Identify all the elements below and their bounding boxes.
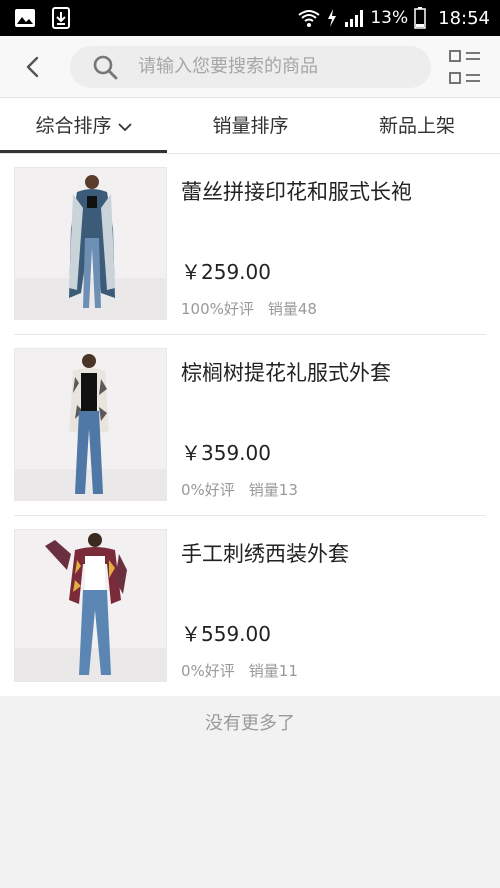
product-meta: 0%好评 销量11 — [181, 660, 298, 681]
product-title: 蕾丝拼接印花和服式长袍 — [181, 180, 412, 204]
search-icon — [93, 55, 118, 80]
product-item[interactable]: 棕榈树提花礼服式外套 ￥359.00 0%好评 销量13 — [0, 335, 500, 516]
battery-percent: 13% — [370, 8, 409, 28]
download-icon — [52, 7, 70, 29]
top-bar: 请输入您要搜索的商品 — [0, 36, 500, 98]
product-image — [14, 167, 167, 320]
tab-label: 销量排序 — [212, 115, 289, 137]
chevron-down-icon — [117, 122, 132, 131]
product-sales: 销量11 — [248, 662, 298, 680]
product-rating: 0%好评 — [181, 481, 235, 499]
list-view-toggle-icon[interactable] — [448, 49, 482, 85]
product-meta: 0%好评 销量13 — [181, 479, 298, 500]
product-image — [14, 529, 167, 682]
product-rating: 0%好评 — [181, 662, 235, 680]
no-more-items-text: 没有更多了 — [205, 713, 295, 734]
back-arrow-icon[interactable] — [18, 52, 48, 82]
tab-sales-sort[interactable]: 销量排序 — [167, 98, 334, 154]
product-title: 手工刺绣西装外套 — [181, 542, 349, 566]
signal-icon — [345, 10, 364, 27]
product-title: 棕榈树提花礼服式外套 — [181, 361, 391, 385]
product-sales: 销量48 — [267, 300, 317, 318]
tab-label: 新品上架 — [378, 115, 455, 137]
product-list: 蕾丝拼接印花和服式长袍 ￥259.00 100%好评 销量48 棕榈树提花礼服式外… — [0, 154, 500, 696]
product-price: ￥259.00 — [181, 260, 271, 284]
product-item[interactable]: 手工刺绣西装外套 ￥559.00 0%好评 销量11 — [0, 516, 500, 697]
tab-comprehensive-sort[interactable]: 综合排序 — [0, 98, 167, 154]
tab-new-arrivals[interactable]: 新品上架 — [334, 98, 500, 154]
image-icon — [15, 9, 35, 27]
product-price: ￥559.00 — [181, 622, 271, 646]
search-placeholder: 请输入您要搜索的商品 — [138, 56, 318, 77]
product-price: ￥359.00 — [181, 441, 271, 465]
wifi-icon — [298, 10, 320, 27]
product-item[interactable]: 蕾丝拼接印花和服式长袍 ￥259.00 100%好评 销量48 — [0, 154, 500, 335]
battery-icon — [414, 7, 426, 29]
product-rating: 100%好评 — [181, 300, 254, 318]
status-bar: 13% 18:54 — [0, 0, 500, 36]
product-meta: 100%好评 销量48 — [181, 298, 317, 319]
product-image — [14, 348, 167, 501]
active-tab-indicator — [0, 150, 167, 153]
charging-icon — [328, 9, 337, 27]
product-sales: 销量13 — [248, 481, 298, 499]
clock: 18:54 — [438, 7, 490, 29]
tab-label: 综合排序 — [35, 115, 112, 137]
sort-tabs: 综合排序 销量排序 新品上架 — [0, 98, 500, 154]
search-input[interactable]: 请输入您要搜索的商品 — [70, 46, 431, 88]
